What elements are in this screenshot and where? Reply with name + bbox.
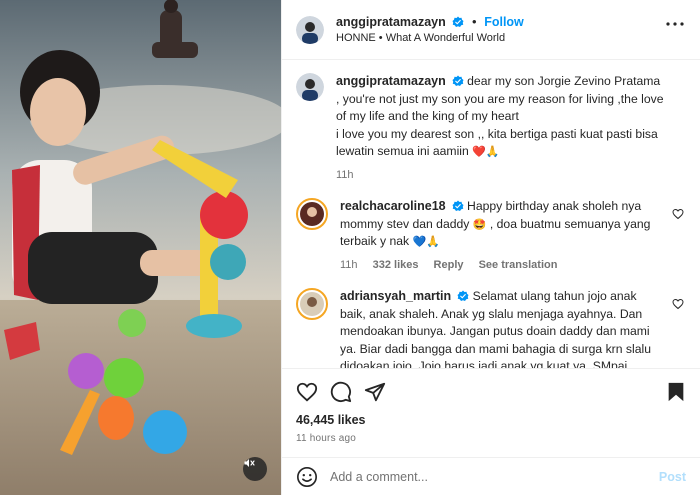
header-dot: • — [472, 13, 477, 29]
comment-body: adriansyah_martin Selamat ulang tahun jo… — [340, 288, 686, 368]
caption: anggipratamazayn dear my son Jorgie Zevi… — [296, 73, 686, 184]
comment-time[interactable]: 11h — [340, 259, 358, 271]
caption-username[interactable]: anggipratamazayn — [336, 74, 446, 88]
reply-button[interactable]: Reply — [434, 259, 464, 271]
like-comment-heart-icon[interactable] — [672, 298, 684, 310]
add-comment-bar: Post — [282, 457, 700, 495]
comment-username[interactable]: realchacaroline18 — [340, 199, 446, 213]
caption-avatar-image — [296, 73, 324, 101]
audio-track[interactable]: HONNE • What A Wonderful World — [336, 30, 524, 46]
comment-input[interactable] — [330, 469, 659, 484]
like-comment-heart-icon[interactable] — [672, 208, 684, 220]
comment-item: adriansyah_martin Selamat ulang tahun jo… — [296, 288, 686, 368]
see-translation-button[interactable]: See translation — [479, 259, 558, 271]
emoji-icon[interactable] — [296, 466, 318, 488]
commenter-avatar-image — [300, 202, 324, 226]
post-modal: anggipratamazayn • Follow HONNE • What A… — [0, 0, 700, 495]
author-avatar[interactable] — [296, 15, 324, 44]
heart-icon[interactable] — [296, 381, 318, 403]
comment-emoji-end: 💙🙏 — [412, 235, 440, 248]
header-text: anggipratamazayn • Follow HONNE • What A… — [336, 14, 524, 46]
bookmark-icon[interactable] — [666, 381, 686, 403]
commenter-avatar[interactable] — [296, 198, 328, 230]
verified-icon — [452, 75, 464, 86]
comment-item: realchacaroline18 Happy birthday anak sh… — [296, 198, 686, 274]
follow-button[interactable]: Follow — [484, 15, 524, 29]
beach-photo — [0, 0, 281, 495]
caption-avatar[interactable] — [296, 73, 324, 101]
comment-likes[interactable]: 332 likes — [373, 259, 419, 271]
comment-emoji-mid: 🤩 — [472, 217, 487, 231]
post-comment-button[interactable]: Post — [659, 470, 686, 484]
more-icon[interactable] — [666, 22, 684, 26]
comment-body: realchacaroline18 Happy birthday anak sh… — [340, 198, 686, 274]
verified-icon — [457, 290, 469, 301]
caption-time[interactable]: 11h — [336, 169, 354, 181]
caption-emojis: ❤️🙏 — [472, 145, 500, 158]
post-media[interactable] — [0, 0, 281, 495]
comments-list[interactable]: anggipratamazayn dear my son Jorgie Zevi… — [282, 61, 700, 368]
comment-icon[interactable] — [330, 381, 352, 403]
commenter-avatar[interactable] — [296, 288, 328, 320]
caption-meta: 11h — [336, 167, 664, 185]
author-avatar-image — [296, 15, 324, 44]
action-bar — [296, 379, 686, 405]
mute-button[interactable] — [243, 457, 267, 481]
post-header: anggipratamazayn • Follow HONNE • What A… — [282, 0, 700, 60]
mute-icon — [244, 459, 255, 467]
post-sidebar: anggipratamazayn • Follow HONNE • What A… — [281, 0, 700, 495]
caption-body: anggipratamazayn dear my son Jorgie Zevi… — [336, 73, 686, 184]
verified-icon — [452, 16, 464, 27]
share-icon[interactable] — [364, 381, 386, 403]
likes-count[interactable]: 46,445 likes — [296, 413, 686, 427]
comment-meta: 11h 332 likes Reply See translation — [340, 257, 664, 275]
commenter-avatar-image — [300, 292, 324, 316]
author-username[interactable]: anggipratamazayn — [336, 15, 446, 29]
post-timestamp[interactable]: 11 hours ago — [296, 433, 686, 444]
post-actions: 46,445 likes 11 hours ago — [282, 368, 700, 444]
verified-icon — [452, 200, 464, 211]
comment-username[interactable]: adriansyah_martin — [340, 289, 451, 303]
